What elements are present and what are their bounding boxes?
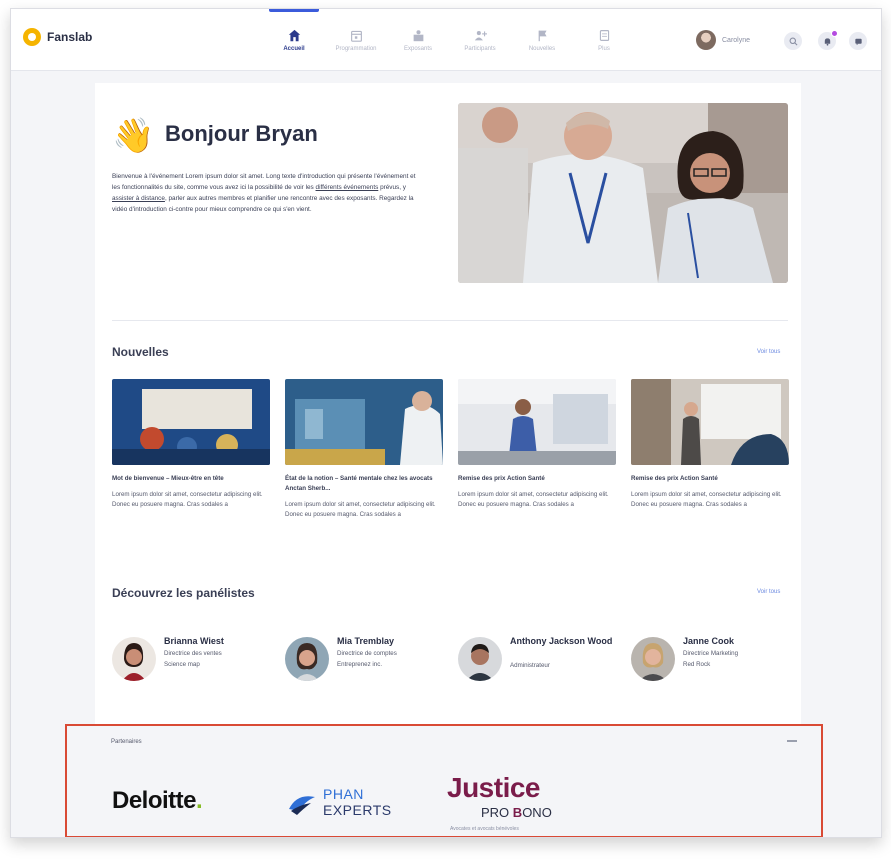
app-window: Fanslab Accueil Programmation Exposants …: [10, 8, 882, 838]
logo-text: B: [512, 805, 523, 820]
justice-pro-bono-tagline: Avocates et avocats bénévoles: [450, 826, 519, 832]
page-title: Bonjour Bryan: [165, 121, 318, 146]
chat-icon: [854, 38, 862, 45]
panelist-card[interactable]: Anthony Jackson Wood Administrateur: [458, 631, 618, 691]
phan-experts-logo[interactable]: PHAN EXPERTS: [323, 786, 392, 818]
nav-item-programmation[interactable]: Programmation: [325, 9, 387, 71]
news-card[interactable]: État de la notion – Santé mentale chez l…: [285, 379, 443, 520]
panelist-card[interactable]: Mia Tremblay Directrice de comptes Entre…: [285, 631, 445, 691]
flag-icon: [538, 30, 547, 41]
nav-item-plus[interactable]: Plus: [573, 9, 635, 71]
main-nav: Accueil Programmation Exposants Particip…: [263, 9, 635, 71]
nav-label: Participants: [464, 45, 496, 52]
events-link[interactable]: différents événements: [316, 184, 379, 191]
top-navigation-bar: Fanslab Accueil Programmation Exposants …: [11, 9, 881, 71]
intro-video-image[interactable]: [458, 103, 788, 283]
nav-label: Accueil: [283, 45, 305, 52]
messages-button[interactable]: [849, 32, 867, 50]
news-excerpt: Lorem ipsum dolor sit amet, consectetur …: [112, 491, 263, 508]
panelist-name: Anthony Jackson Wood: [510, 636, 613, 646]
logo-line: PHAN: [323, 786, 364, 802]
panelist-company: Entreprenez inc.: [337, 661, 383, 668]
people-icon: [474, 30, 487, 40]
notification-badge: [831, 30, 838, 37]
more-icon: [599, 29, 609, 41]
waving-hand-icon: 👋: [112, 117, 155, 155]
home-icon: [288, 29, 300, 41]
panelist-company: Red Rock: [683, 661, 711, 668]
news-excerpt: Lorem ipsum dolor sit amet, consectetur …: [458, 491, 609, 508]
nav-item-participants[interactable]: Participants: [449, 9, 511, 71]
panelists-section-title: Découvrez les panélistes: [112, 586, 255, 600]
panelist-avatar: [112, 637, 156, 681]
brand-logo[interactable]: Fanslab: [23, 28, 92, 46]
panelist-avatar: [285, 637, 329, 681]
news-image: [285, 379, 443, 465]
intro-text: Bienvenue à l'événement Lorem ipsum dolo…: [112, 171, 422, 215]
main-content: 👋 Bonjour Bryan Bienvenue à l'événement …: [95, 83, 801, 725]
intro-text-part: prévus, y: [378, 184, 407, 191]
news-card[interactable]: Mot de bienvenue – Mieux-être en tête Lo…: [112, 379, 270, 510]
calendar-icon: [350, 30, 362, 42]
bell-icon: [824, 37, 830, 46]
partners-section-title: Partenaires: [111, 739, 142, 745]
justice-pro-bono-logo[interactable]: Justice: [447, 772, 541, 804]
news-card[interactable]: Remise des prix Action Santé Lorem ipsum…: [458, 379, 616, 510]
avatar: [696, 30, 716, 50]
pro-bono-text: PRO BONO: [481, 805, 552, 820]
logo-text: ONO: [522, 805, 552, 820]
news-card[interactable]: Remise des prix Action Santé Lorem ipsum…: [631, 379, 789, 510]
nav-item-nouvelles[interactable]: Nouvelles: [511, 9, 573, 71]
collapse-icon[interactable]: [787, 740, 797, 742]
news-title: Remise des prix Action Santé: [458, 475, 545, 482]
nav-label: Plus: [598, 45, 610, 52]
partners-section: Partenaires Deloitte. PHAN EXPERTS Justic…: [65, 724, 823, 837]
nav-label: Programmation: [335, 45, 377, 52]
fanslab-logo-icon: [23, 28, 41, 46]
search-icon: [789, 37, 797, 45]
panelist-role: Administrateur: [510, 662, 550, 669]
logo-dot: .: [196, 787, 203, 814]
news-excerpt: Lorem ipsum dolor sit amet, consectetur …: [285, 501, 436, 518]
phan-experts-logo-icon[interactable]: [287, 787, 317, 817]
news-title: État de la notion – Santé mentale chez l…: [285, 475, 433, 492]
news-title: Mot de bienvenue – Mieux-être en tête: [112, 475, 224, 482]
panelist-card[interactable]: Brianna Wiest Directrice des ventes Scie…: [112, 631, 272, 691]
panelist-role: Directrice Marketing: [683, 650, 739, 657]
panelists-see-all-link[interactable]: Voir tous: [757, 589, 780, 595]
news-see-all-link[interactable]: Voir tous: [757, 349, 780, 355]
logo-text: PRO: [481, 805, 513, 820]
panelist-avatar: [458, 637, 502, 681]
logo-line: EXPERTS: [323, 802, 392, 818]
remote-attend-link[interactable]: assister à distance: [112, 195, 165, 202]
news-image: [458, 379, 616, 465]
nav-label: Exposants: [403, 45, 433, 52]
logo-text: Deloitte: [112, 787, 197, 814]
panelist-role: Directrice des ventes: [164, 650, 222, 657]
panelist-name: Brianna Wiest: [164, 636, 224, 646]
deloitte-logo[interactable]: Deloitte.: [112, 787, 203, 815]
news-title: Remise des prix Action Santé: [631, 475, 718, 482]
user-menu[interactable]: Carolyne: [696, 30, 750, 50]
news-image: [112, 379, 270, 465]
nav-item-accueil[interactable]: Accueil: [263, 9, 325, 71]
user-name: Carolyne: [722, 36, 751, 44]
search-button[interactable]: [784, 32, 802, 50]
panelist-avatar: [631, 637, 675, 681]
divider: [112, 320, 788, 321]
notifications-button[interactable]: [818, 30, 838, 50]
nav-item-exposants[interactable]: Exposants: [387, 9, 449, 71]
brand-name: Fanslab: [47, 30, 93, 44]
panelist-company: Science map: [164, 661, 200, 668]
nav-label: Nouvelles: [528, 45, 556, 52]
panelist-name: Mia Tremblay: [337, 636, 395, 646]
news-image: [631, 379, 789, 465]
news-section-title: Nouvelles: [112, 345, 169, 359]
news-excerpt: Lorem ipsum dolor sit amet, consectetur …: [631, 491, 782, 508]
panelist-name: Janne Cook: [683, 636, 735, 646]
booth-icon: [413, 29, 423, 41]
panelist-role: Directrice de comptes: [337, 650, 397, 657]
panelist-card[interactable]: Janne Cook Directrice Marketing Red Rock: [631, 631, 791, 691]
